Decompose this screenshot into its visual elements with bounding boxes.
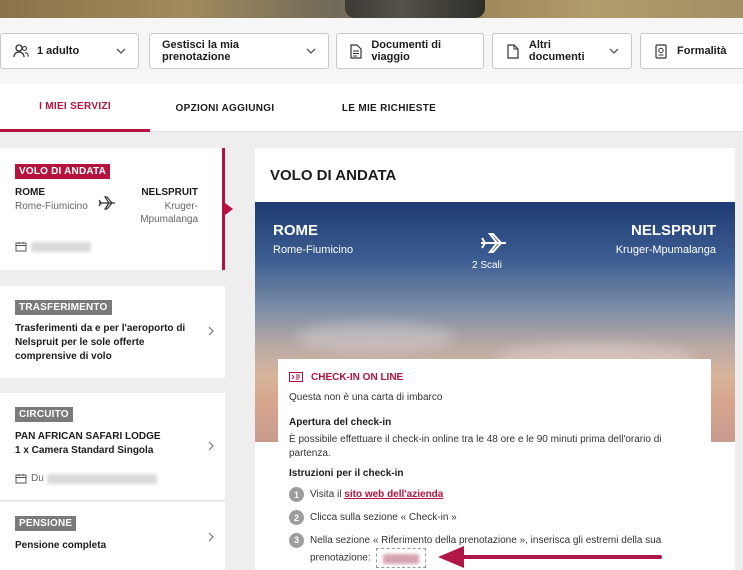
chevron-right-icon <box>207 441 215 451</box>
checkin-step-2: 2 Clicca sulla sezione « Check-in » <box>289 510 457 525</box>
outbound-flight-badge: VOLO DI ANDATA <box>15 164 111 179</box>
file-icon <box>505 43 521 59</box>
flight-details-card: VOLO DI ANDATA ROME Rome-Fiumicino 2 Sca… <box>255 148 735 570</box>
checkin-opening-text: È possibile effettuare il check-in onlin… <box>289 434 662 459</box>
formalities-button[interactable]: Formalità <box>640 33 743 69</box>
chevron-down-icon <box>306 46 316 56</box>
checkin-opening-title: Apertura del check-in <box>289 417 392 428</box>
tab-my-requests[interactable]: LE MIE RICHIESTE <box>300 84 478 132</box>
tab-my-services[interactable]: I MIEI SERVIZI <box>0 84 150 132</box>
circuit-room: 1 x Camera Standard Singola <box>15 445 154 456</box>
booking-reference-box <box>376 548 427 569</box>
booking-reference-redacted <box>383 554 420 565</box>
manage-booking-label: Gestisci la mia prenotazione <box>162 39 240 63</box>
board-badge: PENSIONE <box>15 516 77 531</box>
checkin-instructions-title: Istruzioni per il check-in <box>289 468 404 479</box>
destination-airport-line2: Mpumalanga <box>140 214 198 225</box>
page-title: VOLO DI ANDATA <box>270 167 397 184</box>
other-documents-label: Altri documenti <box>528 39 585 63</box>
sidebar-item-transfer[interactable]: TRASFERIMENTO Trasferimenti da e per l'a… <box>0 286 225 378</box>
checkin-step-1: 1 Visita il sito web dell'azienda <box>289 487 443 502</box>
origin-airport: Rome-Fiumicino <box>15 201 88 212</box>
user-icon <box>13 43 29 59</box>
travel-documents-label: Documenti di viaggio <box>371 39 441 63</box>
banner-origin-airport: Rome-Fiumicino <box>273 244 354 256</box>
boarding-pass-icon <box>289 372 303 385</box>
travel-documents-button[interactable]: Documenti di viaggio <box>336 33 484 69</box>
chevron-right-icon <box>207 532 215 542</box>
services-tabs: I MIEI SERVIZI OPZIONI AGGIUNGI LE MIE R… <box>0 84 743 132</box>
sidebar-item-outbound-flight[interactable]: VOLO DI ANDATA ROME Rome-Fiumicino NELSP… <box>0 148 233 270</box>
passengers-label: 1 adulto <box>37 45 80 57</box>
hero-image <box>0 0 743 18</box>
chevron-down-icon <box>609 46 619 56</box>
calendar-icon <box>15 241 27 255</box>
manage-booking-dropdown[interactable]: Gestisci la mia prenotazione <box>149 33 329 69</box>
step-number: 2 <box>289 510 304 525</box>
annotation-arrow <box>438 546 662 568</box>
departure-date-redacted <box>31 242 91 252</box>
circuit-title: PAN AFRICAN SAFARI LODGE <box>15 431 161 442</box>
online-checkin-panel: CHECK-IN ON LINE Questa non è una carta … <box>278 359 711 570</box>
circuit-badge: CIRCUITO <box>15 407 73 422</box>
step-number: 3 <box>289 533 304 548</box>
banner-origin-code: ROME <box>273 222 318 239</box>
booking-toolbar: 1 adulto Gestisci la mia prenotazione Do… <box>0 18 743 84</box>
chevron-down-icon <box>116 46 126 56</box>
selected-pointer <box>225 203 233 215</box>
tab-add-options[interactable]: OPZIONI AGGIUNGI <box>150 84 300 132</box>
destination-code: NELSPRUIT <box>141 187 198 198</box>
not-boarding-pass-note: Questa non è una carta di imbarco <box>289 392 443 403</box>
checkin-header: CHECK-IN ON LINE <box>311 372 404 383</box>
chevron-right-icon <box>207 326 215 336</box>
passengers-dropdown[interactable]: 1 adulto <box>0 33 139 69</box>
formalities-label: Formalità <box>677 45 727 57</box>
safari-vehicle-image <box>345 0 485 18</box>
banner-destination-code: NELSPRUIT <box>630 222 716 239</box>
destination-airport-line1: Kruger- <box>164 201 198 212</box>
sidebar-item-board[interactable]: PENSIONE Pensione completa <box>0 502 225 570</box>
stops-count: 2 Scali <box>471 260 502 271</box>
plane-icon <box>479 232 509 257</box>
circuit-date-redacted <box>47 474 157 484</box>
company-website-link[interactable]: sito web dell'azienda <box>344 489 443 500</box>
sidebar-item-circuit[interactable]: CIRCUITO PAN AFRICAN SAFARI LODGE 1 x Ca… <box>0 393 225 501</box>
board-description: Pensione completa <box>15 540 107 551</box>
transfer-description: Trasferimenti da e per l'aeroporto di Ne… <box>15 323 186 362</box>
other-documents-dropdown[interactable]: Altri documenti <box>492 33 632 69</box>
document-icon <box>349 43 363 59</box>
passport-icon <box>653 43 669 59</box>
calendar-icon <box>15 473 27 487</box>
transfer-badge: TRASFERIMENTO <box>15 300 112 315</box>
origin-code: ROME <box>15 187 45 198</box>
plane-icon <box>98 196 116 213</box>
banner-destination-airport: Kruger-Mpumalanga <box>615 244 716 256</box>
step-number: 1 <box>289 487 304 502</box>
circuit-date-prefix: Du <box>31 473 44 484</box>
